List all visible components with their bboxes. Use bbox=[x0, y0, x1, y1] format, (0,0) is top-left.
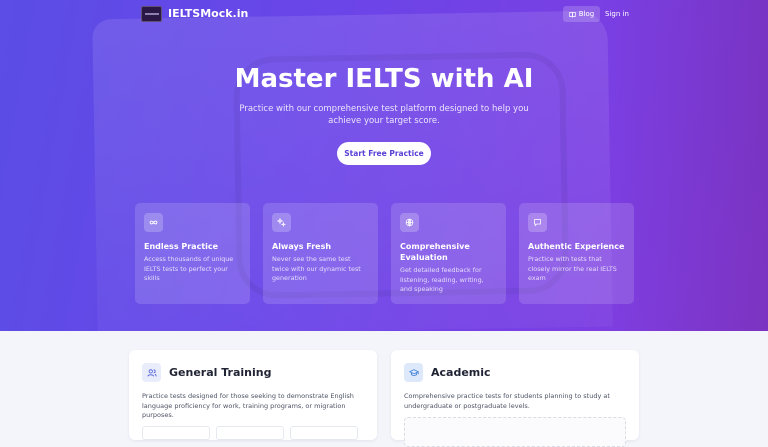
hero-title: Master IELTS with AI bbox=[234, 64, 534, 94]
chat-icon bbox=[528, 213, 547, 232]
sparkle-icon bbox=[272, 213, 291, 232]
infinity-icon bbox=[144, 213, 163, 232]
module-card-general-training[interactable]: General Training Practice tests designed… bbox=[129, 350, 377, 440]
feature-card-always-fresh: Always Fresh Never see the same test twi… bbox=[263, 203, 378, 304]
feature-desc: Get detailed feedback for listening, rea… bbox=[400, 266, 484, 293]
feature-desc: Never see the same test twice with our d… bbox=[272, 255, 361, 282]
feature-card-authentic-experience: Authentic Experience Practice with tests… bbox=[519, 203, 634, 304]
brand-name[interactable]: IELTSMock.in bbox=[168, 6, 248, 22]
graduation-cap-icon bbox=[404, 363, 423, 382]
users-icon bbox=[142, 363, 161, 382]
module-option[interactable] bbox=[142, 426, 210, 440]
module-desc: Comprehensive practice tests for student… bbox=[404, 392, 610, 410]
module-title: General Training bbox=[169, 366, 272, 379]
feature-desc: Practice with tests that closely mirror … bbox=[528, 255, 617, 282]
start-free-practice-button[interactable]: Start Free Practice bbox=[337, 142, 431, 165]
module-option[interactable] bbox=[290, 426, 358, 440]
module-desc: Practice tests designed for those seekin… bbox=[142, 392, 354, 419]
signin-link[interactable]: Sign in bbox=[605, 6, 629, 22]
blog-button[interactable]: Blog bbox=[563, 6, 600, 22]
module-content-placeholder bbox=[404, 417, 626, 447]
feature-title: Always Fresh bbox=[272, 242, 332, 251]
feature-title: Authentic Experience bbox=[528, 242, 625, 251]
book-icon bbox=[569, 11, 576, 17]
feature-desc: Access thousands of unique IELTS tests t… bbox=[144, 255, 234, 282]
module-card-academic[interactable]: Academic Comprehensive practice tests fo… bbox=[391, 350, 639, 447]
hero-subtitle: Practice with our comprehensive test pla… bbox=[239, 104, 529, 126]
feature-card-comprehensive-evaluation: Comprehensive Evaluation Get detailed fe… bbox=[391, 203, 506, 304]
feature-title: Endless Practice bbox=[144, 242, 219, 251]
logo-icon[interactable] bbox=[141, 6, 162, 22]
module-options bbox=[142, 426, 358, 440]
module-title: Academic bbox=[431, 366, 491, 379]
feature-title: Comprehensive Evaluation bbox=[400, 242, 470, 262]
module-option[interactable] bbox=[216, 426, 284, 440]
globe-icon bbox=[400, 213, 419, 232]
blog-label: Blog bbox=[578, 10, 595, 18]
hero-section: IELTSMock.in Blog Sign in Master IELTS w… bbox=[0, 0, 768, 331]
feature-card-endless-practice: Endless Practice Access thousands of uni… bbox=[135, 203, 250, 304]
top-nav: IELTSMock.in Blog Sign in bbox=[141, 6, 633, 24]
